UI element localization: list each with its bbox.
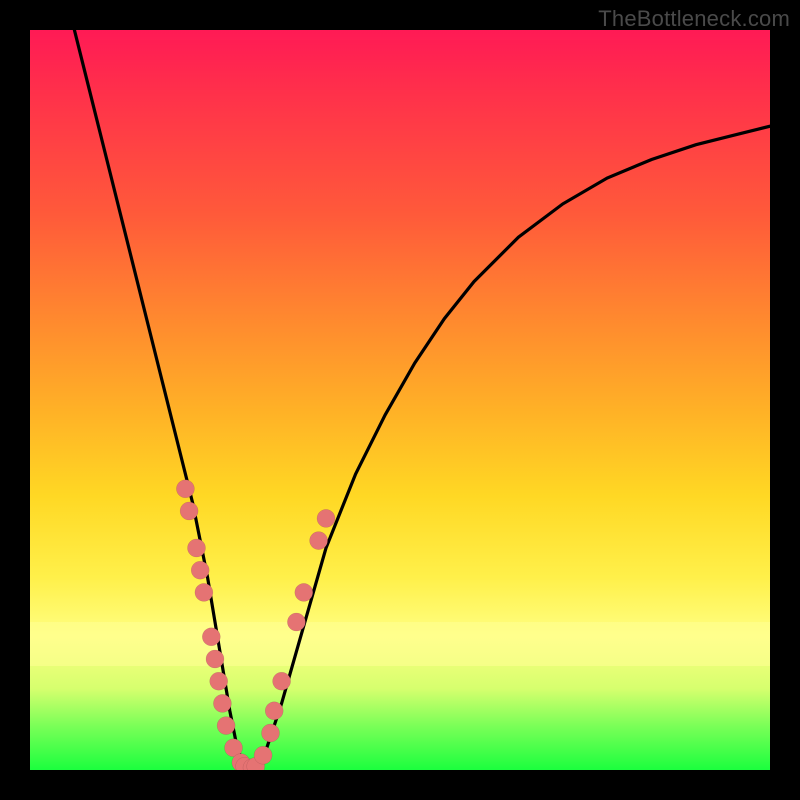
data-point	[195, 583, 213, 601]
data-point	[217, 717, 235, 735]
data-point	[188, 539, 206, 557]
data-point	[254, 746, 272, 764]
chart-frame: TheBottleneck.com	[0, 0, 800, 800]
data-point	[243, 759, 261, 770]
data-point	[191, 561, 209, 579]
chart-svg	[30, 30, 770, 770]
data-point	[225, 739, 243, 757]
bottleneck-curve	[74, 30, 770, 770]
data-point	[176, 480, 194, 498]
data-point	[213, 694, 231, 712]
data-point	[273, 672, 291, 690]
data-point	[236, 757, 254, 770]
data-point	[310, 532, 328, 550]
highlight-band	[30, 622, 770, 666]
data-point	[287, 613, 305, 631]
data-point	[232, 754, 250, 770]
data-point	[206, 650, 224, 668]
data-point	[180, 502, 198, 520]
scatter-points	[176, 480, 335, 770]
plot-area	[30, 30, 770, 770]
data-point	[247, 757, 265, 770]
data-point	[265, 702, 283, 720]
data-point	[202, 628, 220, 646]
data-point	[295, 583, 313, 601]
watermark-text: TheBottleneck.com	[598, 6, 790, 32]
data-point	[317, 509, 335, 527]
data-point	[262, 724, 280, 742]
data-point	[210, 672, 228, 690]
